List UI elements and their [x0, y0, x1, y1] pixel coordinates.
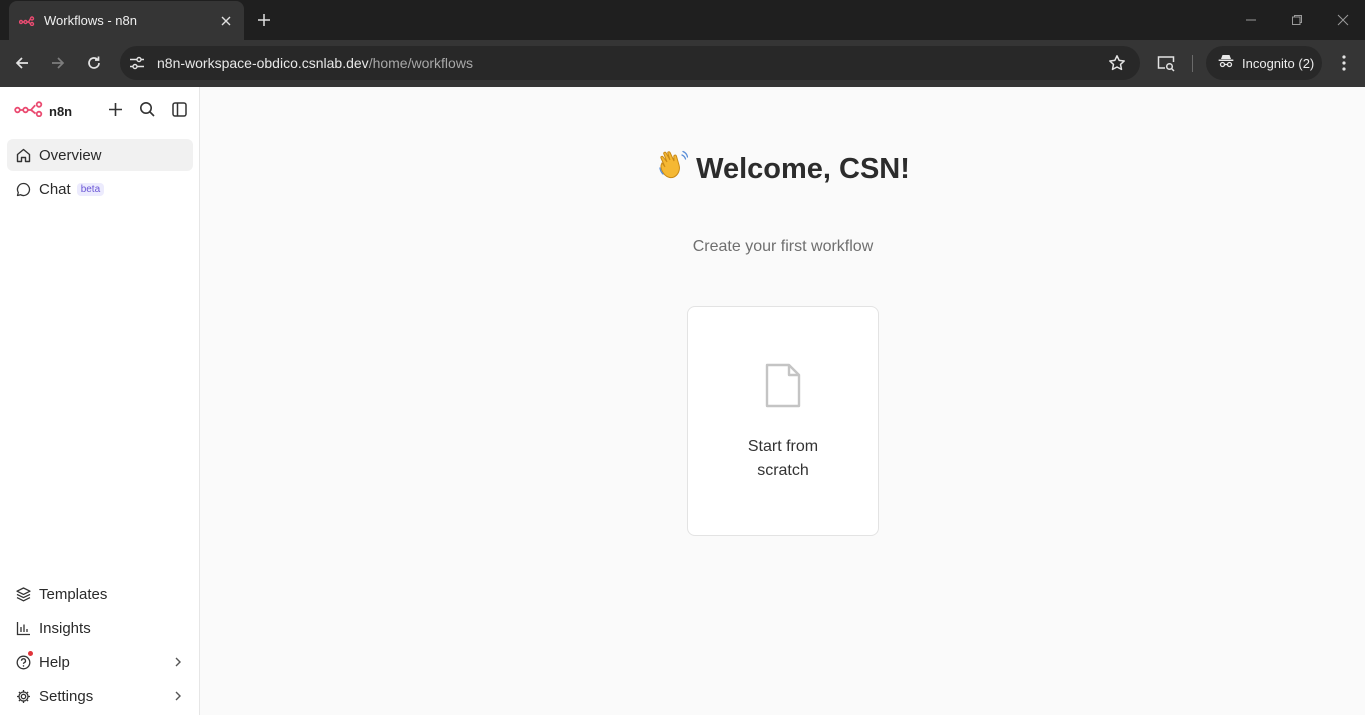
gear-icon	[15, 688, 31, 704]
sidebar-item-templates[interactable]: Templates	[7, 578, 193, 610]
sidebar-item-label: Help	[39, 653, 70, 671]
minimize-icon[interactable]	[1242, 11, 1260, 29]
bookmark-star-icon[interactable]	[1108, 54, 1126, 72]
site-settings-icon[interactable]	[128, 55, 146, 71]
address-bar[interactable]: n8n-workspace-obdico.csnlab.dev/home/wor…	[120, 46, 1140, 80]
sidebar-item-chat[interactable]: Chat beta	[7, 173, 193, 205]
search-icon[interactable]	[138, 100, 156, 118]
url-host: n8n-workspace-obdico.csnlab.dev	[157, 55, 369, 71]
welcome-heading: Welcome, CSN!	[201, 149, 1365, 189]
notification-dot	[28, 651, 33, 656]
main-content: Welcome, CSN! Create your first workflow…	[201, 87, 1365, 715]
sidebar-item-label: Templates	[39, 585, 108, 603]
subtitle: Create your first workflow	[692, 238, 874, 255]
sidebar-item-settings[interactable]: Settings	[7, 680, 193, 712]
create-plus-icon[interactable]	[106, 100, 124, 118]
brand-name: n8n	[49, 104, 73, 119]
search-tab-icon[interactable]	[1156, 53, 1176, 73]
tab-title: Workflows - n8n	[44, 13, 137, 28]
new-tab-button[interactable]	[254, 10, 274, 30]
browser-tab-active[interactable]: Workflows - n8n	[9, 1, 244, 40]
url-text: n8n-workspace-obdico.csnlab.dev/home/wor…	[157, 55, 473, 71]
n8n-favicon-icon	[19, 13, 35, 29]
back-arrow-icon[interactable]	[12, 53, 32, 73]
beta-badge: beta	[76, 182, 105, 196]
chevron-right-icon	[171, 655, 185, 669]
n8n-logo[interactable]: n8n	[14, 101, 72, 122]
toolbar-divider	[1192, 55, 1193, 72]
sidebar-item-insights[interactable]: Insights	[7, 612, 193, 644]
bar-chart-icon	[15, 620, 31, 636]
chat-bubble-icon	[15, 181, 31, 197]
start-from-scratch-card[interactable]: Start from scratch	[687, 306, 879, 536]
browser-tab-strip: Workflows - n8n	[0, 0, 1365, 40]
sidebar-item-help[interactable]: Help	[7, 646, 193, 678]
incognito-label: Incognito (2)	[1242, 55, 1315, 71]
sidebar-item-label: Chat	[39, 180, 71, 198]
sidebar-item-overview[interactable]: Overview	[7, 139, 193, 171]
waving-hand-icon	[656, 149, 689, 189]
forward-arrow-icon[interactable]	[48, 53, 68, 73]
restore-icon[interactable]	[1288, 11, 1306, 29]
url-path: /home/workflows	[368, 55, 473, 71]
incognito-profile-button[interactable]: Incognito (2)	[1206, 46, 1322, 80]
collapse-sidebar-icon[interactable]	[170, 100, 188, 118]
chevron-right-icon	[171, 689, 185, 703]
browser-toolbar: n8n-workspace-obdico.csnlab.dev/home/wor…	[0, 40, 1365, 87]
sidebar-item-label: Settings	[39, 687, 94, 705]
close-tab-icon[interactable]	[218, 13, 234, 29]
close-window-icon[interactable]	[1334, 11, 1352, 29]
file-icon	[764, 363, 802, 409]
reload-icon[interactable]	[84, 53, 104, 73]
package-icon	[15, 586, 31, 602]
card-label: Start from scratch	[747, 438, 819, 479]
n8n-logo-icon	[14, 101, 44, 122]
help-circle-icon	[15, 651, 33, 670]
home-icon	[15, 147, 31, 163]
welcome-text: Welcome, CSN!	[696, 153, 910, 185]
browser-menu-icon[interactable]	[1334, 53, 1354, 73]
sidebar: n8n Overview Chat beta Templates Insight…	[0, 87, 200, 715]
sidebar-item-label: Overview	[39, 146, 102, 164]
incognito-icon	[1218, 54, 1234, 73]
sidebar-item-label: Insights	[39, 619, 91, 637]
